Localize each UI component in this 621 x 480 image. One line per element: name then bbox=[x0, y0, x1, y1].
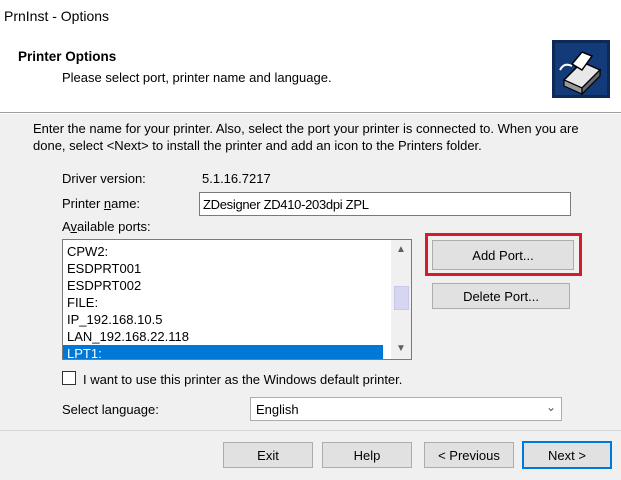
language-select-value: English bbox=[256, 402, 299, 417]
title-bar: PrnInst - Options bbox=[0, 0, 621, 34]
scroll-down-icon[interactable]: ▼ bbox=[391, 339, 411, 359]
footer-divider bbox=[0, 430, 621, 431]
help-button[interactable]: Help bbox=[322, 442, 412, 468]
available-ports-label: Available ports: bbox=[62, 219, 151, 234]
next-button[interactable]: Next > bbox=[522, 441, 612, 469]
port-list-item[interactable]: ESDPRT001 bbox=[63, 260, 383, 277]
port-list-item[interactable]: ESDPRT002 bbox=[63, 277, 383, 294]
header-divider-highlight bbox=[0, 113, 621, 114]
ports-scrollbar[interactable]: ▲ ▼ bbox=[391, 240, 411, 359]
default-printer-label: I want to use this printer as the Window… bbox=[83, 372, 403, 387]
port-list-item[interactable]: LAN_192.168.22.118 bbox=[63, 328, 383, 345]
default-printer-checkbox[interactable] bbox=[62, 371, 76, 385]
available-ports-list[interactable]: CPW2: ESDPRT001 ESDPRT002 FILE: IP_192.168.1… bbox=[62, 239, 412, 360]
port-list-item[interactable]: LPT1: bbox=[63, 345, 383, 359]
printer-name-input[interactable] bbox=[199, 192, 571, 216]
printer-name-label-prefix: Printer bbox=[62, 196, 104, 211]
driver-version-value: 5.1.16.7217 bbox=[202, 171, 271, 186]
instructions-text: Enter the name for your printer. Also, s… bbox=[33, 121, 579, 153]
add-port-highlight bbox=[425, 233, 582, 276]
port-list-item[interactable]: FILE: bbox=[63, 294, 383, 311]
driver-version-label: Driver version: bbox=[62, 171, 146, 186]
port-list-item[interactable]: IP_192.168.10.5 bbox=[63, 311, 383, 328]
exit-button[interactable]: Exit bbox=[223, 442, 313, 468]
language-label: Select language: bbox=[62, 402, 159, 417]
ports-label-suffix: ailable ports: bbox=[76, 219, 151, 234]
language-select[interactable]: English ⌄ bbox=[250, 397, 562, 421]
printer-name-label: Printer name: bbox=[62, 196, 140, 211]
port-list-item[interactable]: CPW2: bbox=[63, 243, 383, 260]
chevron-down-icon[interactable]: ⌄ bbox=[546, 400, 556, 414]
scrollbar-thumb[interactable] bbox=[394, 286, 409, 310]
printer-name-label-suffix: ame: bbox=[111, 196, 141, 211]
window-title: PrnInst - Options bbox=[4, 8, 110, 24]
header-subtitle: Please select port, printer name and lan… bbox=[62, 70, 332, 85]
delete-port-button[interactable]: Delete Port... bbox=[432, 283, 570, 309]
previous-button[interactable]: < Previous bbox=[424, 442, 514, 468]
wizard-header: Printer Options Please select port, prin… bbox=[0, 34, 621, 112]
printer-logo-icon bbox=[552, 40, 610, 98]
header-title: Printer Options bbox=[18, 49, 117, 64]
scroll-up-icon[interactable]: ▲ bbox=[391, 240, 411, 260]
